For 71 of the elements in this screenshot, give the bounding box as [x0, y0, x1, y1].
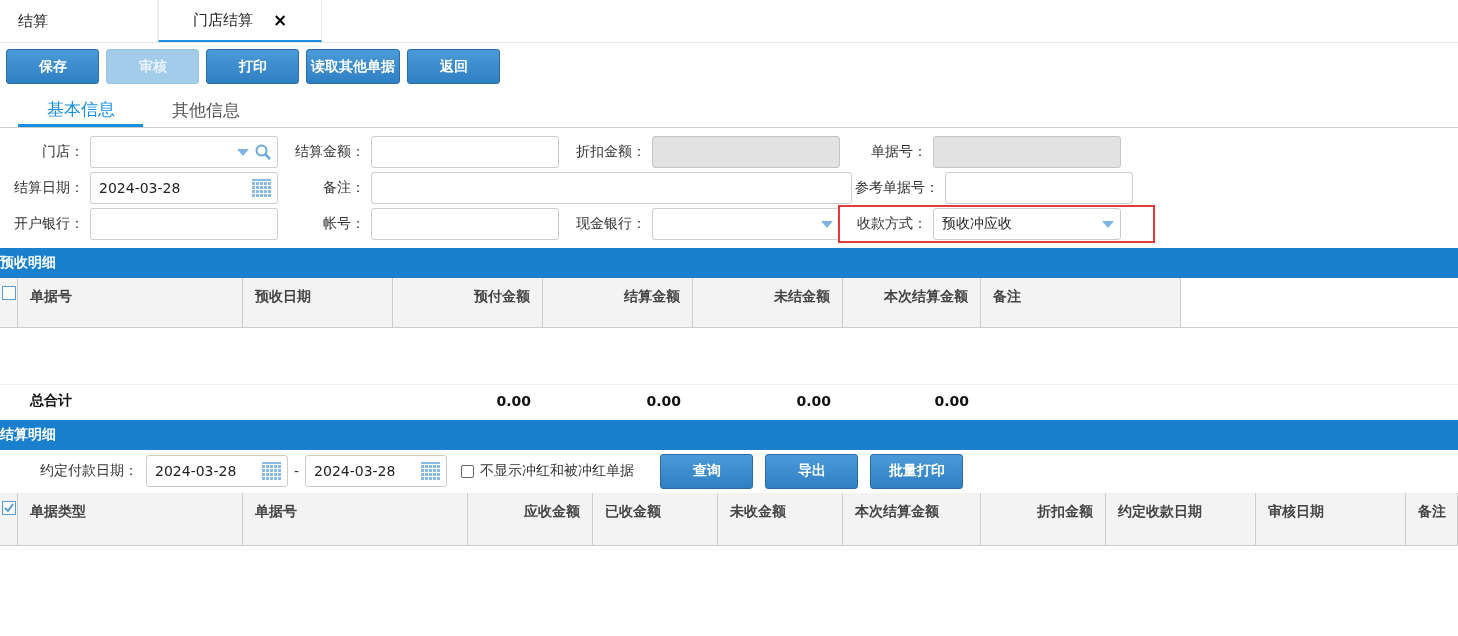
column-header[interactable]: 预收日期 [243, 278, 393, 327]
checkbox[interactable] [1, 501, 16, 515]
field-label: 结算金额： [294, 143, 366, 161]
toolbar-button[interactable]: 打印 [206, 49, 299, 84]
section-header: 结算明细 [0, 420, 1458, 450]
field-label: 参考单据号： [854, 179, 940, 197]
date-field[interactable]: 2024-03-28 [146, 455, 288, 487]
field-label: 开户银行： [13, 215, 85, 233]
checkbox[interactable] [461, 464, 475, 478]
column-header[interactable]: 单据号 [18, 278, 243, 327]
input-field[interactable] [945, 172, 1133, 204]
field-label: 单据号： [870, 143, 928, 161]
tab-label: 门店结算 [192, 10, 253, 30]
column-header[interactable]: 单据类型 [18, 493, 243, 545]
column-header[interactable]: 应收金额 [468, 493, 593, 545]
form-tab[interactable]: 其他信息 [143, 94, 268, 126]
input-field[interactable] [371, 136, 559, 168]
action-button[interactable]: 批量打印 [870, 453, 964, 489]
column-header[interactable]: 本次结算金额 [843, 493, 981, 545]
dropdown-caret-icon [821, 220, 833, 228]
dropdown-caret-icon [1102, 220, 1114, 228]
column-header[interactable]: 审核日期 [1256, 493, 1406, 545]
field-label: 帐号： [322, 215, 366, 233]
column-header[interactable]: 已收金额 [593, 493, 718, 545]
field-label: 现金银行： [575, 215, 647, 233]
checkbox[interactable] [1, 286, 16, 300]
dropdown-field[interactable]: 预收冲应收 [933, 208, 1121, 240]
checkbox-label: 不显示冲红和被冲红单据 [480, 462, 635, 480]
date-field[interactable]: 2024-03-28 [90, 172, 278, 204]
input-field[interactable] [90, 136, 278, 168]
range-separator: - [294, 463, 300, 479]
search-icon [255, 144, 271, 160]
date-field[interactable]: 2024-03-28 [305, 455, 448, 487]
toolbar-button[interactable]: 返回 [407, 49, 500, 84]
column-header[interactable]: 约定收款日期 [1106, 493, 1256, 545]
dropdown-field[interactable] [652, 208, 840, 240]
total-value: 0.00 [933, 392, 970, 409]
column-header[interactable]: 本次结算金额 [843, 278, 981, 327]
field-label: 备注： [322, 179, 366, 197]
column-header[interactable]: 未结金额 [693, 278, 843, 327]
column-header[interactable]: 预付金额 [393, 278, 543, 327]
section-header: 预收明细 [0, 248, 1458, 278]
column-header[interactable]: 折扣金额 [981, 493, 1106, 545]
input-field[interactable] [371, 208, 559, 240]
field-label: 收款方式： [856, 215, 928, 233]
dropdown-caret-icon [237, 148, 249, 156]
calendar-icon [421, 462, 441, 480]
tab[interactable]: 结算 [0, 0, 158, 42]
toolbar-button[interactable]: 读取其他单据 [306, 49, 400, 84]
input-field[interactable] [371, 172, 852, 204]
column-header[interactable]: 单据号 [243, 493, 468, 545]
toolbar-button[interactable]: 保存 [6, 49, 99, 84]
column-header[interactable]: 结算金额 [543, 278, 693, 327]
form-tab[interactable]: 基本信息 [18, 94, 143, 127]
action-button[interactable]: 查询 [660, 453, 754, 489]
field-label: 门店： [41, 143, 85, 161]
total-value: 0.00 [495, 392, 532, 409]
column-header[interactable]: 备注 [1406, 493, 1458, 545]
calendar-icon [262, 462, 281, 480]
calendar-icon [252, 179, 271, 197]
total-value: 0.00 [645, 392, 682, 409]
close-icon[interactable]: × [272, 10, 288, 30]
total-label: 总合计 [28, 391, 73, 410]
tab[interactable]: 门店结算 × [158, 0, 322, 42]
field-label: 结算日期： [13, 179, 85, 197]
total-value: 0.00 [795, 392, 832, 409]
action-button[interactable]: 导出 [765, 453, 859, 489]
field-label: 折扣金额： [575, 143, 647, 161]
column-header[interactable]: 未收金额 [718, 493, 843, 545]
field-label: 约定付款日期： [40, 462, 138, 480]
input-field[interactable] [90, 208, 278, 240]
